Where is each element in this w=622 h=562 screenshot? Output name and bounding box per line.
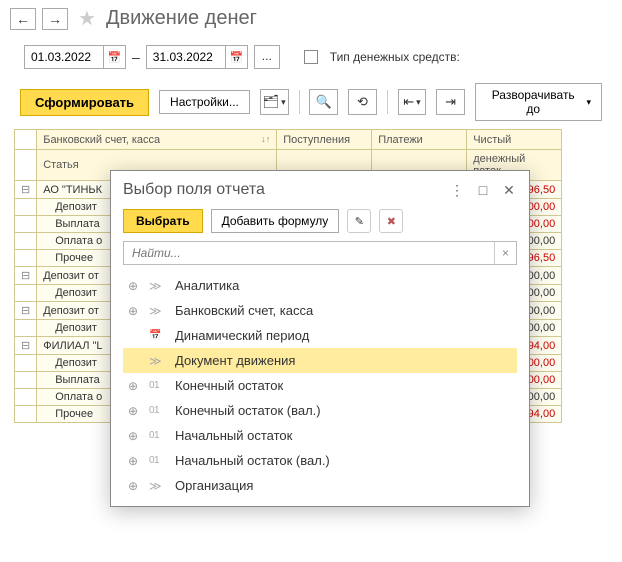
field-label: Организация (175, 478, 513, 493)
page-title: Движение денег (106, 7, 257, 30)
expand-to-button[interactable]: Разворачивать до▾ (475, 83, 602, 121)
type-badge: 01 (149, 455, 165, 466)
field-row[interactable]: ⊕ ≫ Банковский счет, касса (123, 298, 517, 323)
chevron-icon: ≫ (149, 304, 165, 318)
calendar-from-icon[interactable]: 📅 (103, 46, 125, 68)
field-row[interactable]: ⊕ 01 Начальный остаток (вал.) (123, 448, 517, 473)
separator (387, 90, 388, 114)
date-to-input[interactable] (147, 48, 225, 66)
forward-button[interactable]: → (42, 8, 68, 30)
field-label: Документ движения (175, 353, 513, 368)
generate-button[interactable]: Сформировать (20, 89, 149, 116)
chevron-icon: ≫ (149, 479, 165, 493)
field-label: Конечный остаток (175, 378, 513, 393)
field-selection-modal: Выбор поля отчета ⋮ □ ✕ Выбрать Добавить… (110, 170, 530, 507)
field-row[interactable]: ⊕ ≫ Организация (123, 473, 517, 498)
settings-button[interactable]: Настройки... (159, 90, 250, 114)
expand-icon-button[interactable]: ⇥ (436, 89, 465, 115)
date-dash: – (132, 49, 140, 65)
collapse-icon[interactable]: ⊟ (21, 270, 30, 282)
expand-icon[interactable]: ⊕ (127, 404, 139, 418)
date-picker-extra-button[interactable]: ... (254, 45, 280, 69)
modal-close-icon[interactable]: ✕ (501, 182, 517, 198)
col-net[interactable]: Чистый (467, 130, 562, 150)
collapse-icon-button[interactable]: ⇤▾ (398, 89, 427, 115)
col-bank[interactable]: Банковский счет, касса↓↑ (37, 130, 277, 150)
expand-icon[interactable]: ⊕ (127, 279, 139, 293)
top-toolbar: ← → ★ Движение денег (0, 0, 622, 37)
type-badge: 01 (149, 405, 165, 416)
expand-icon[interactable]: ⊕ (127, 429, 139, 443)
field-label: Начальный остаток (вал.) (175, 453, 513, 468)
field-row[interactable]: ⊕ 01 Конечный остаток (вал.) (123, 398, 517, 423)
field-row[interactable]: ≫ Документ движения (123, 348, 517, 373)
field-label: Динамический период (175, 328, 513, 343)
expand-icon[interactable]: ⊕ (127, 379, 139, 393)
modal-search[interactable]: × (123, 241, 517, 265)
search-back-icon-button[interactable]: ⟲ (348, 89, 377, 115)
field-label: Конечный остаток (вал.) (175, 403, 513, 418)
modal-select-button[interactable]: Выбрать (123, 209, 203, 233)
cash-type-label: Тип денежных средств: (330, 50, 460, 64)
variant-icon-button[interactable]: 🗂▾ (260, 89, 289, 115)
chevron-icon: ≫ (149, 279, 165, 293)
expand-icon[interactable]: ⊕ (127, 479, 139, 493)
search-icon-button[interactable]: 🔍 (309, 89, 338, 115)
back-button[interactable]: ← (10, 8, 36, 30)
field-label: Банковский счет, касса (175, 303, 513, 318)
calendar-icon: 📅 (149, 330, 165, 341)
modal-title: Выбор поля отчета (123, 181, 265, 199)
cash-type-checkbox[interactable] (304, 50, 318, 64)
modal-search-clear-icon[interactable]: × (494, 242, 516, 264)
date-from[interactable]: 📅 (24, 45, 126, 69)
collapse-icon[interactable]: ⊟ (21, 305, 30, 317)
collapse-icon[interactable]: ⊟ (21, 184, 30, 196)
modal-add-formula-button[interactable]: Добавить формулу (211, 209, 340, 233)
collapse-icon[interactable]: ⊟ (21, 340, 30, 352)
expand-icon[interactable]: ⊕ (127, 304, 139, 318)
modal-edit-icon[interactable]: ✎ (347, 209, 371, 233)
field-row[interactable]: ⊕ 01 Начальный остаток (123, 423, 517, 448)
chevron-icon: ≫ (149, 354, 165, 368)
calendar-to-icon[interactable]: 📅 (225, 46, 247, 68)
col-pay[interactable]: Платежи (372, 130, 467, 150)
date-filter-row: 📅 – 📅 ... Тип денежных средств: (0, 37, 622, 77)
modal-maximize-icon[interactable]: □ (475, 182, 491, 198)
field-label: Начальный остаток (175, 428, 513, 443)
date-to[interactable]: 📅 (146, 45, 248, 69)
modal-more-icon[interactable]: ⋮ (449, 182, 465, 198)
date-from-input[interactable] (25, 48, 103, 66)
modal-search-input[interactable] (124, 242, 494, 264)
field-label: Аналитика (175, 278, 513, 293)
action-toolbar: Сформировать Настройки... 🗂▾ 🔍 ⟲ ⇤▾ ⇥ Ра… (0, 77, 622, 129)
col-in[interactable]: Поступления (277, 130, 372, 150)
field-row[interactable]: 📅 Динамический период (123, 323, 517, 348)
expand-icon[interactable]: ⊕ (127, 454, 139, 468)
field-row[interactable]: ⊕ ≫ Аналитика (123, 273, 517, 298)
type-badge: 01 (149, 430, 165, 441)
field-list: ⊕ ≫ Аналитика ⊕ ≫ Банковский счет, касса 📅 Дина… (111, 271, 529, 500)
separator (299, 90, 300, 114)
favorite-star-icon[interactable]: ★ (78, 6, 96, 31)
modal-delete-icon[interactable]: ✖ (379, 209, 403, 233)
type-badge: 01 (149, 380, 165, 391)
field-row[interactable]: ⊕ 01 Конечный остаток (123, 373, 517, 398)
